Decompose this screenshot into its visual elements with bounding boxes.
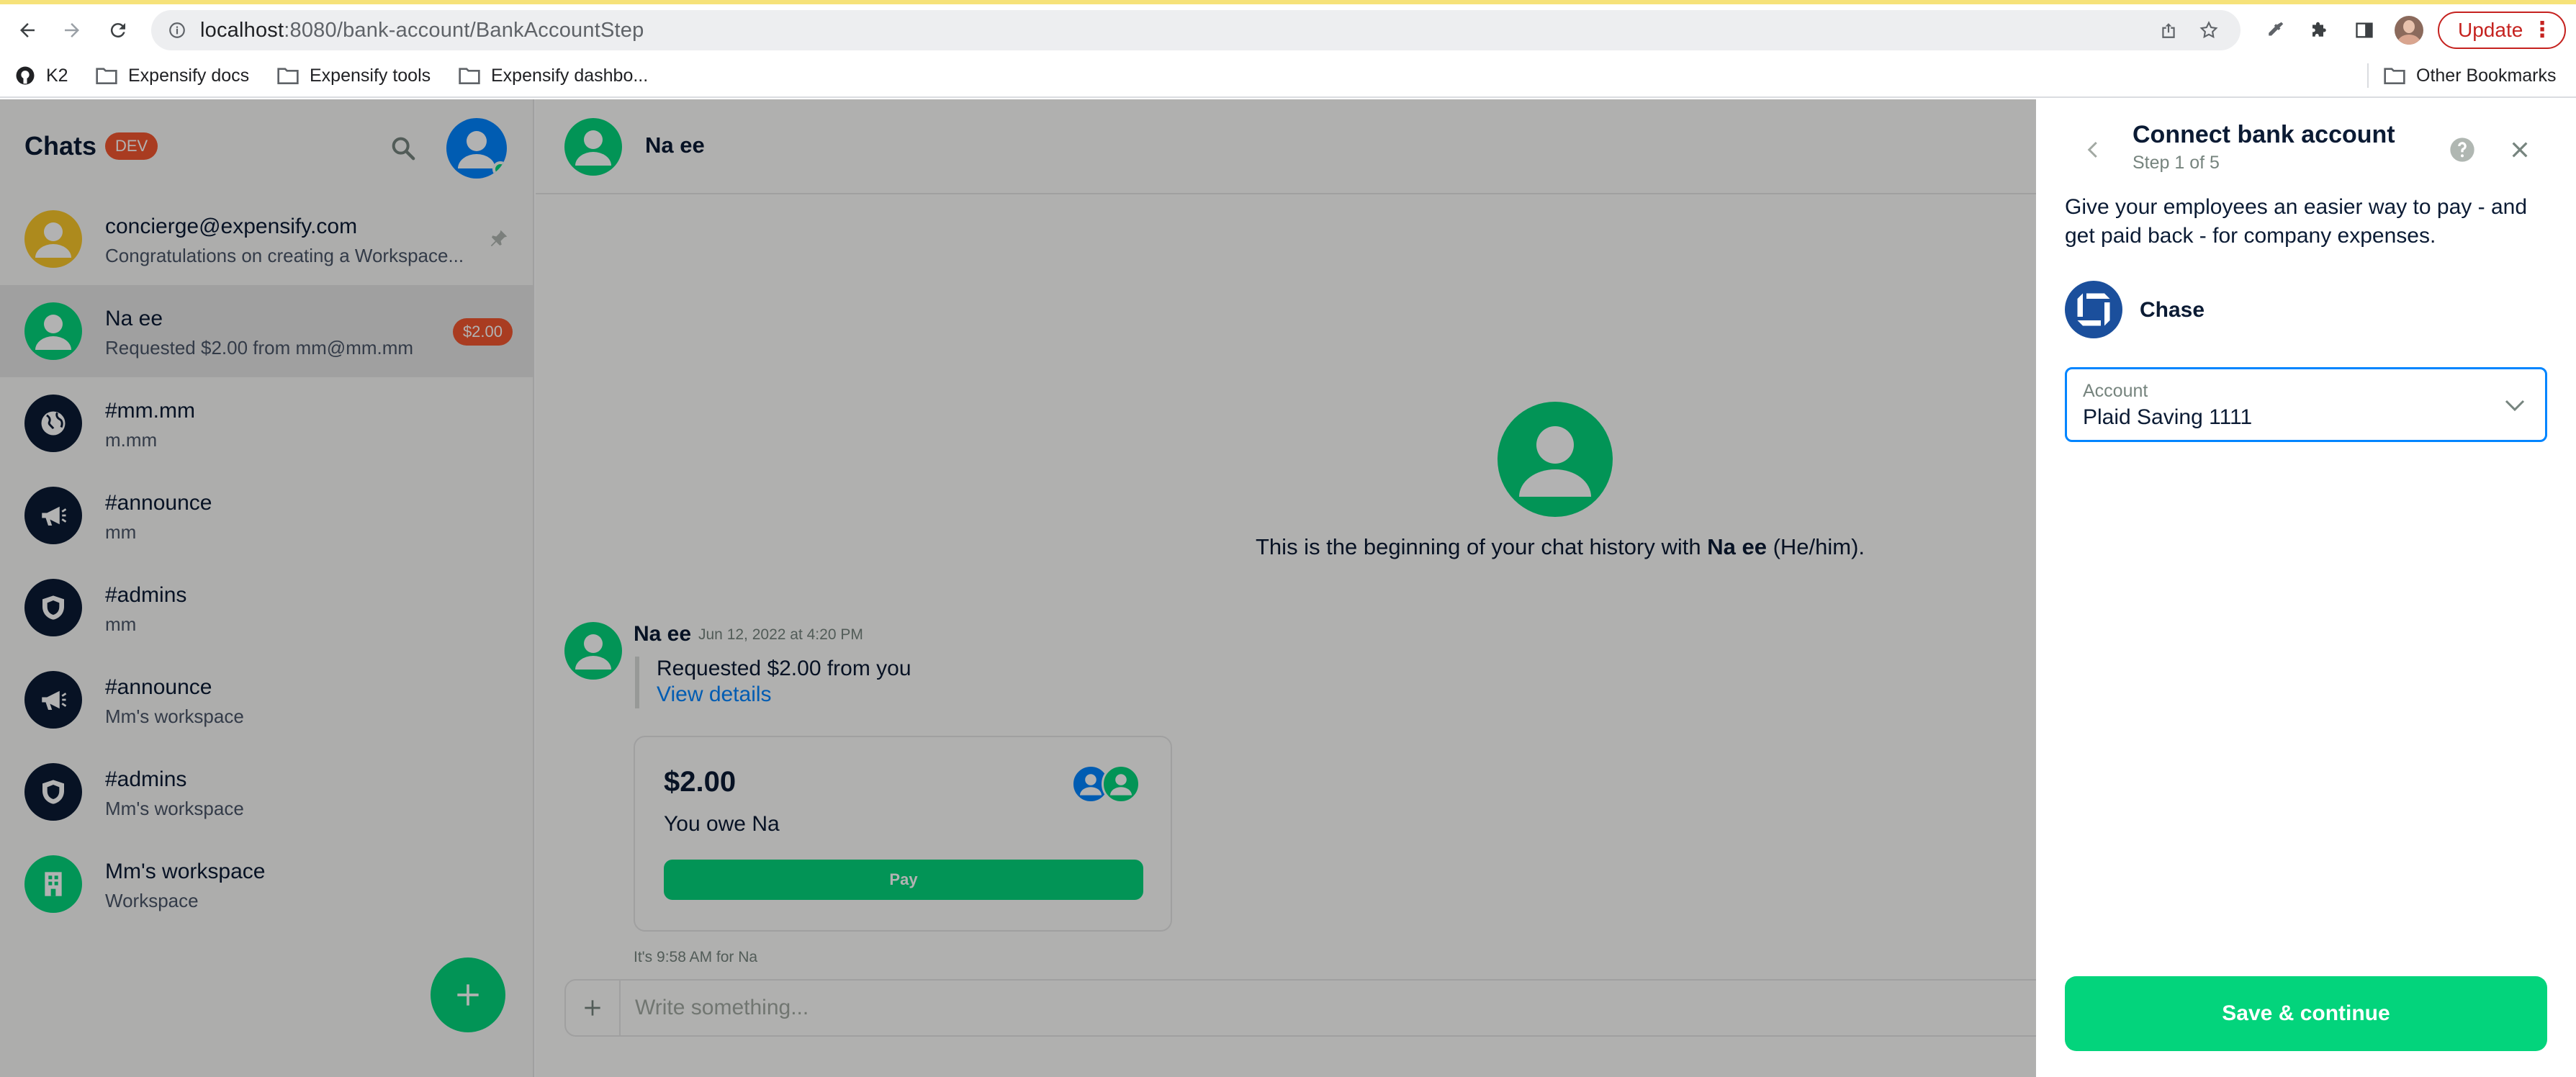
browser-toolbar: localhost:8080/bank-account/BankAccountS… xyxy=(0,4,2576,53)
folder-icon xyxy=(2384,68,2405,84)
bookmark-expensify-docs[interactable]: Expensify docs xyxy=(95,53,249,98)
back-button[interactable] xyxy=(2076,132,2111,167)
account-value: Plaid Saving 1111 xyxy=(2083,405,2253,429)
folder-icon xyxy=(277,68,299,84)
extensions-puzzle-icon[interactable] xyxy=(2300,10,2340,50)
bookmark-k2[interactable]: K2 xyxy=(14,53,68,98)
info-icon[interactable] xyxy=(157,10,197,50)
step-counter: Step 1 of 5 xyxy=(2133,153,2220,173)
save-continue-button[interactable]: Save & continue xyxy=(2065,976,2547,1051)
folder-icon xyxy=(96,68,117,84)
panel-description: Give your employees an easier way to pay… xyxy=(2065,195,2527,248)
chevron-left-icon xyxy=(2087,141,2097,158)
forward-button[interactable] xyxy=(52,10,92,50)
profile-avatar[interactable] xyxy=(2389,10,2429,50)
chase-logo-icon xyxy=(2065,281,2122,338)
panel-title: Connect bank account xyxy=(2133,121,2395,148)
close-button[interactable] xyxy=(2501,131,2539,168)
reload-icon xyxy=(110,23,125,38)
github-icon xyxy=(16,66,35,85)
bookmark-other[interactable]: Other Bookmarks xyxy=(2383,53,2557,98)
reload-button[interactable] xyxy=(98,10,138,50)
url-text: localhost:8080/bank-account/BankAccountS… xyxy=(200,19,644,42)
update-label: Update xyxy=(2458,19,2523,41)
bookmark-star-icon[interactable] xyxy=(2189,10,2229,50)
expensify-app: Chats DEV concierge@expensify.com Congra… xyxy=(0,99,2576,1077)
account-label: Account xyxy=(2083,381,2148,401)
arrow-left-icon xyxy=(20,23,35,37)
help-button[interactable] xyxy=(2444,131,2481,168)
back-button[interactable] xyxy=(7,10,48,50)
share-icon[interactable] xyxy=(2148,10,2189,50)
arrow-right-icon xyxy=(65,23,79,37)
bookmark-expensify-dashboard[interactable]: Expensify dashbo... xyxy=(458,53,648,98)
account-dropdown[interactable]: Account Plaid Saving 1111 xyxy=(2065,367,2547,442)
close-icon xyxy=(2512,142,2528,158)
eyedropper-extension-icon[interactable] xyxy=(2255,10,2295,50)
modal-overlay[interactable] xyxy=(0,99,2036,1077)
folder-icon xyxy=(459,68,480,84)
bookmarks-divider xyxy=(2367,63,2369,88)
bookmarks-bar: K2 Expensify docs Expensify tools Expens… xyxy=(0,53,2576,98)
question-icon xyxy=(2450,138,2474,162)
connect-bank-panel: Connect bank account Step 1 of 5 Give yo… xyxy=(2036,99,2576,1077)
more-vert-icon: ⋮ xyxy=(2531,18,2553,42)
bookmark-expensify-tools[interactable]: Expensify tools xyxy=(276,53,431,98)
address-bar[interactable]: localhost:8080/bank-account/BankAccountS… xyxy=(151,10,2241,50)
bank-name: Chase xyxy=(2140,298,2205,322)
chevron-down-icon xyxy=(2500,391,2529,420)
side-panel-icon[interactable] xyxy=(2344,10,2384,50)
update-button[interactable]: Update ⋮ xyxy=(2438,12,2566,49)
